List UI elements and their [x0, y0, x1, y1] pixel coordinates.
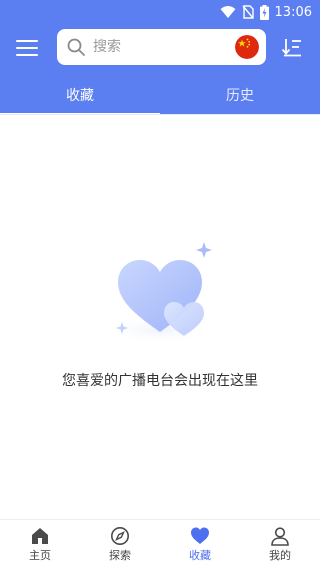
nav-home[interactable]: 主页: [0, 526, 80, 566]
search-input[interactable]: 搜索: [57, 29, 266, 65]
status-icons: 13:06: [220, 3, 312, 21]
hearts-illustration: [106, 242, 214, 344]
home-icon: [32, 528, 48, 544]
toolbar: 搜索: [0, 28, 320, 68]
menu-icon-line: [16, 40, 38, 42]
no-sim-icon: [241, 5, 254, 19]
empty-state-message: 您喜爱的广播电台会出现在这里: [62, 373, 258, 389]
tab-history[interactable]: 历史: [160, 76, 320, 114]
app-header: 13:06 搜索 收藏 历史: [0, 0, 320, 114]
nav-mine-label: 我的: [269, 549, 291, 562]
tab-bar: 收藏 历史: [0, 76, 320, 114]
menu-icon-line: [16, 54, 38, 56]
nav-explore-label: 探索: [109, 549, 131, 562]
sort-download-icon[interactable]: [281, 36, 303, 58]
tab-favorites[interactable]: 收藏: [0, 76, 160, 114]
search-icon: [67, 38, 85, 56]
status-time: 13:06: [274, 4, 312, 20]
nav-home-label: 主页: [29, 549, 51, 562]
wifi-icon: [220, 6, 236, 18]
search-placeholder: 搜索: [93, 39, 121, 55]
divider: [0, 114, 320, 115]
person-icon: [271, 527, 289, 546]
nav-mine[interactable]: 我的: [240, 526, 320, 566]
nav-explore[interactable]: 探索: [80, 526, 160, 566]
heart-icon: [191, 527, 209, 544]
menu-icon-line: [16, 47, 38, 49]
bottom-nav: 主页 探索 收藏 我的: [0, 519, 320, 569]
battery-charging-icon: [259, 4, 269, 20]
nav-favorites-label: 收藏: [189, 549, 211, 562]
menu-button[interactable]: [16, 38, 38, 58]
nav-favorites[interactable]: 收藏: [160, 526, 240, 566]
status-bar: 13:06: [0, 0, 320, 24]
compass-icon: [111, 527, 129, 545]
china-flag-icon[interactable]: [235, 35, 259, 59]
